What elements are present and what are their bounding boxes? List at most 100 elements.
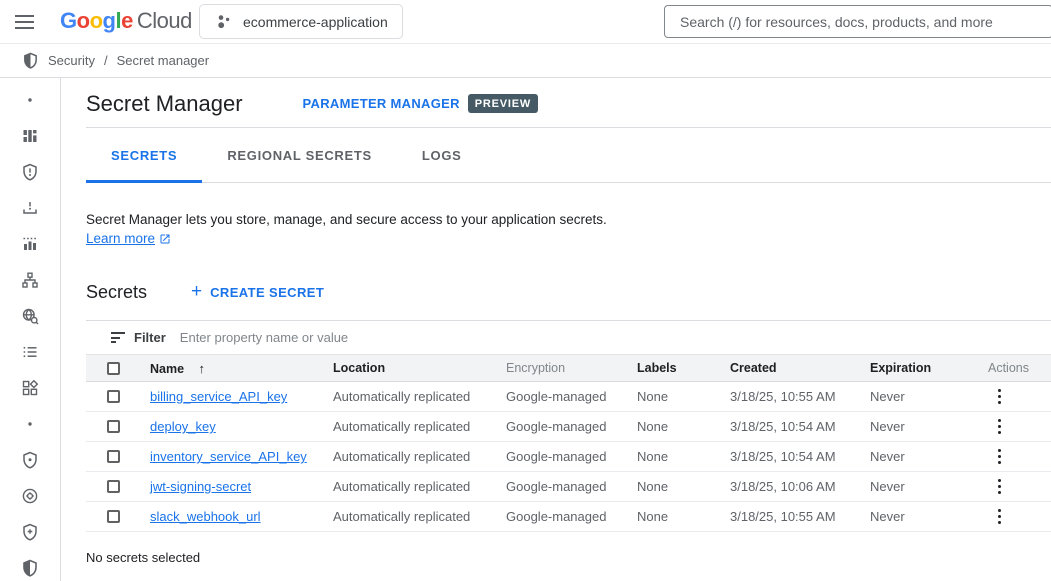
secret-name-link[interactable]: inventory_service_API_key — [150, 449, 307, 464]
tab-bar: SECRETS REGIONAL SECRETS LOGS — [86, 128, 1051, 183]
external-link-icon — [159, 233, 171, 245]
sidebar-shield-dot-icon[interactable] — [0, 442, 60, 478]
column-header-name[interactable]: Name — [150, 362, 184, 376]
page-title: Secret Manager — [86, 91, 243, 117]
secret-created: 3/18/25, 10:55 AM — [730, 389, 836, 404]
select-all-checkbox[interactable] — [107, 362, 120, 375]
more-actions-icon[interactable] — [994, 445, 1005, 468]
secret-expiration: Never — [870, 479, 905, 494]
secret-location: Automatically replicated — [333, 449, 470, 464]
learn-more-label: Learn more — [86, 231, 155, 246]
row-checkbox[interactable] — [107, 420, 120, 433]
tab-logs[interactable]: LOGS — [397, 128, 487, 182]
sidebar-org-chart-icon[interactable] — [0, 262, 60, 298]
more-actions-icon[interactable] — [994, 415, 1005, 438]
table-row: inventory_service_API_key Automatically … — [86, 442, 1051, 472]
secret-location: Automatically replicated — [333, 509, 470, 524]
tab-regional-secrets[interactable]: REGIONAL SECRETS — [202, 128, 397, 182]
sidebar-dot-icon[interactable] — [0, 406, 60, 442]
sidebar-compliance-icon[interactable] — [0, 478, 60, 514]
secret-expiration: Never — [870, 449, 905, 464]
secret-name-link[interactable]: slack_webhook_url — [150, 509, 261, 524]
plus-icon: + — [191, 285, 202, 299]
sidebar-security-shield-icon[interactable] — [0, 550, 60, 581]
column-header-created[interactable]: Created — [730, 361, 777, 375]
filter-input[interactable] — [180, 330, 1051, 345]
breadcrumb: Security / Secret manager — [0, 44, 1051, 78]
sidebar-tray-alert-icon[interactable] — [0, 190, 60, 226]
secret-created: 3/18/25, 10:54 AM — [730, 449, 836, 464]
secret-name-link[interactable]: deploy_key — [150, 419, 216, 434]
create-secret-button[interactable]: + CREATE SECRET — [191, 285, 324, 300]
search-input[interactable] — [680, 14, 1051, 30]
sidebar-categories-icon[interactable] — [0, 370, 60, 406]
secrets-section-header: Secrets + CREATE SECRET — [86, 281, 1051, 303]
logo-letter: G — [60, 8, 77, 33]
sidebar-web-scan-icon[interactable] — [0, 298, 60, 334]
more-actions-icon[interactable] — [994, 475, 1005, 498]
secret-encryption: Google-managed — [506, 479, 606, 494]
logo-cloud-text: Cloud — [137, 8, 192, 33]
project-selector-button[interactable]: ecommerce-application — [199, 4, 403, 39]
table-row: deploy_key Automatically replicated Goog… — [86, 412, 1051, 442]
table-row: billing_service_API_key Automatically re… — [86, 382, 1051, 412]
column-header-actions: Actions — [980, 361, 1029, 375]
parameter-manager-link[interactable]: PARAMETER MANAGER — [303, 96, 460, 111]
secret-name-link[interactable]: jwt-signing-secret — [150, 479, 251, 494]
google-cloud-logo: GoogleCloud — [60, 8, 192, 34]
sort-ascending-icon[interactable]: ↑ — [199, 361, 206, 376]
breadcrumb-security-link[interactable]: Security — [48, 53, 95, 68]
sidebar-shield-alert-icon[interactable] — [0, 154, 60, 190]
more-actions-icon[interactable] — [994, 385, 1005, 408]
table-row: jwt-signing-secret Automatically replica… — [86, 472, 1051, 502]
secret-encryption: Google-managed — [506, 419, 606, 434]
secret-encryption: Google-managed — [506, 389, 606, 404]
secret-labels: None — [637, 389, 668, 404]
top-app-bar: GoogleCloud ecommerce-application — [0, 0, 1051, 44]
secret-name-link[interactable]: billing_service_API_key — [150, 389, 287, 404]
secret-encryption: Google-managed — [506, 509, 606, 524]
global-search-bar — [664, 5, 1051, 38]
secret-expiration: Never — [870, 389, 905, 404]
tab-secrets[interactable]: SECRETS — [86, 128, 202, 182]
secret-created: 3/18/25, 10:55 AM — [730, 509, 836, 524]
main-content: Secret Manager PARAMETER MANAGER PREVIEW… — [61, 78, 1051, 581]
logo-letter: e — [121, 8, 133, 33]
secret-labels: None — [637, 419, 668, 434]
sidebar-bar-chart-icon[interactable] — [0, 226, 60, 262]
column-header-location[interactable]: Location — [333, 361, 385, 375]
security-nav-sidebar — [0, 78, 61, 581]
logo-letter: o — [77, 8, 90, 33]
row-checkbox[interactable] — [107, 450, 120, 463]
column-header-labels[interactable]: Labels — [637, 361, 677, 375]
filter-icon — [111, 332, 125, 343]
secret-location: Automatically replicated — [333, 479, 470, 494]
preview-badge: PREVIEW — [468, 94, 538, 113]
sidebar-shield-plus-icon[interactable] — [0, 514, 60, 550]
sidebar-list-icon[interactable] — [0, 334, 60, 370]
row-checkbox[interactable] — [107, 480, 120, 493]
column-header-encryption: Encryption — [506, 361, 565, 375]
learn-more-link[interactable]: Learn more — [86, 231, 171, 246]
column-header-expiration[interactable]: Expiration — [870, 361, 931, 375]
gcp-secret-manager-screen: GoogleCloud ecommerce-application Securi… — [0, 0, 1051, 581]
project-icon — [214, 12, 233, 31]
secret-location: Automatically replicated — [333, 419, 470, 434]
table-header-row: Name ↑ Location Encryption Labels Create… — [86, 355, 1051, 382]
filter-bar: Filter — [86, 321, 1051, 355]
row-checkbox[interactable] — [107, 390, 120, 403]
selection-status: No secrets selected — [86, 550, 1051, 565]
intro-text: Secret Manager lets you store, manage, a… — [86, 210, 1051, 230]
logo-letter: g — [103, 8, 116, 33]
secrets-table-card: Filter Name ↑ Location Encryption Labels… — [86, 320, 1051, 532]
secrets-heading: Secrets — [86, 282, 147, 303]
create-secret-label: CREATE SECRET — [210, 285, 324, 300]
table-row: slack_webhook_url Automatically replicat… — [86, 502, 1051, 532]
row-checkbox[interactable] — [107, 510, 120, 523]
page-header: Secret Manager PARAMETER MANAGER PREVIEW — [86, 90, 1051, 117]
sidebar-dot-icon[interactable] — [0, 82, 60, 118]
more-actions-icon[interactable] — [994, 505, 1005, 528]
sidebar-dashboard-icon[interactable] — [0, 118, 60, 154]
project-name: ecommerce-application — [243, 14, 388, 30]
menu-icon[interactable] — [15, 12, 37, 32]
